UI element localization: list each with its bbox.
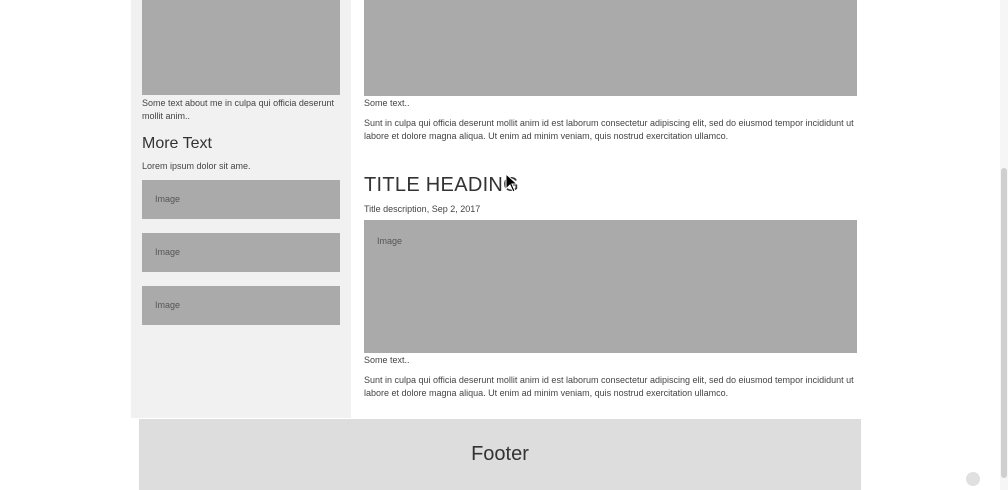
sidebar-image-1: Image xyxy=(142,180,340,219)
more-text-paragraph: Lorem ipsum dolor sit ame. xyxy=(142,161,251,171)
page: Some text about me in culpa qui officia … xyxy=(0,0,1008,490)
watermark-logo-icon xyxy=(966,472,980,486)
post-2-image-label: Image xyxy=(377,236,403,246)
post-2-some-text: Some text.. xyxy=(364,355,410,365)
scrollbar-thumb[interactable] xyxy=(1001,168,1007,478)
post-2-image-placeholder: Image xyxy=(364,220,857,353)
sidebar-image-3: Image xyxy=(142,286,340,325)
left-column: Some text about me in culpa qui officia … xyxy=(131,0,351,418)
sidebar-image-label: Image xyxy=(155,247,181,257)
right-column: Some text.. Sunt in culpa qui officia de… xyxy=(352,0,860,418)
post-2-title: TITLE HEADING xyxy=(364,174,520,196)
post-1-image-placeholder xyxy=(364,0,857,96)
sidebar-image-2: Image xyxy=(142,233,340,272)
scrollbar-track[interactable] xyxy=(1000,0,1008,490)
about-image-placeholder xyxy=(142,0,340,95)
post-2-paragraph: Sunt in culpa qui officia deserunt molli… xyxy=(364,375,854,398)
mouse-cursor-icon xyxy=(505,173,519,193)
footer-label: Footer xyxy=(471,443,529,465)
post-2-description: Title description, Sep 2, 2017 xyxy=(364,204,481,214)
more-text-heading: More Text xyxy=(142,135,212,152)
post-1-some-text: Some text.. xyxy=(364,98,410,108)
sidebar-image-label: Image xyxy=(155,300,181,310)
about-text: Some text about me in culpa qui officia … xyxy=(142,98,334,121)
post-1-paragraph: Sunt in culpa qui officia deserunt molli… xyxy=(364,118,854,141)
footer: Footer xyxy=(139,419,861,490)
sidebar-image-label: Image xyxy=(155,194,181,204)
